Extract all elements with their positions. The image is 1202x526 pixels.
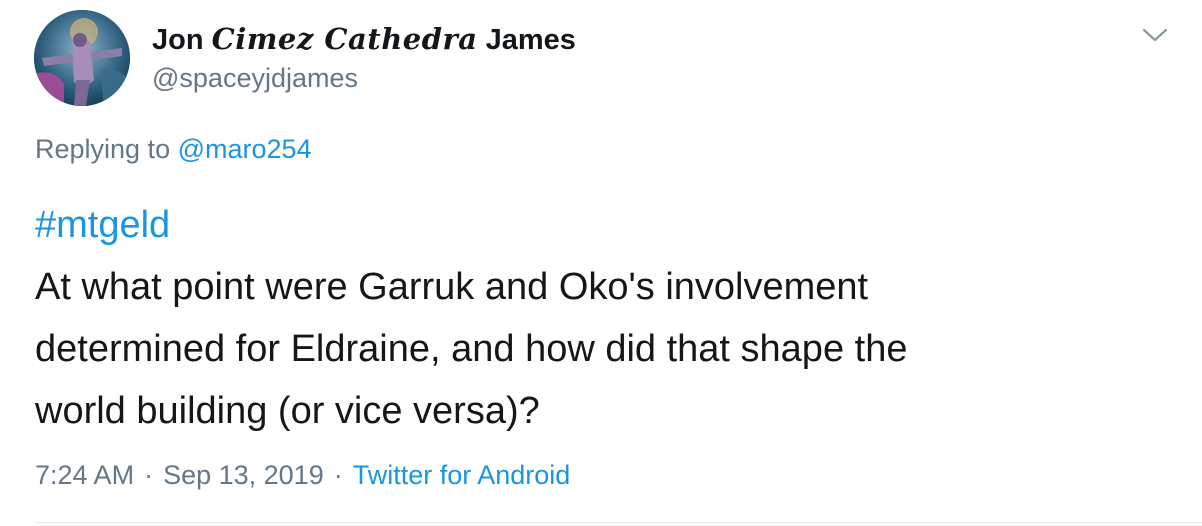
tweet-source-link[interactable]: Twitter for Android [353, 460, 571, 490]
display-name[interactable]: Jon Cimez Cathedra James [152, 22, 576, 57]
meta-separator: · [144, 460, 154, 490]
tweet-text: #mtgeld At what point were Garruk and Ok… [35, 194, 1155, 442]
display-name-middle: Cimez Cathedra [211, 22, 478, 56]
replying-to: Replying to @maro254 [35, 132, 312, 166]
tweet-text-line: determined for Eldraine, and how did tha… [35, 328, 908, 370]
chevron-down-icon [1142, 28, 1168, 42]
meta-separator: · [333, 460, 343, 490]
tweet-meta: 7:24 AM · Sep 13, 2019 · Twitter for Android [35, 458, 570, 492]
tweet-text-line: At what point were Garruk and Oko's invo… [35, 266, 869, 308]
divider [35, 522, 1202, 523]
display-name-first: Jon [152, 24, 204, 56]
avatar[interactable] [34, 10, 130, 106]
tweet-date-link[interactable]: Sep 13, 2019 [163, 460, 324, 490]
display-name-last: James [485, 24, 576, 56]
avatar-image [34, 10, 130, 106]
tweet: Jon Cimez Cathedra James @spaceyjdjames … [0, 0, 1202, 526]
replying-to-prefix: Replying to [35, 134, 171, 164]
tweet-text-line: world building (or vice versa)? [35, 390, 540, 432]
replying-to-handle-link[interactable]: @maro254 [178, 134, 312, 164]
user-handle[interactable]: @spaceyjdjames [152, 62, 358, 94]
hashtag-link[interactable]: #mtgeld [35, 194, 1155, 256]
more-options-button[interactable] [1140, 26, 1170, 46]
tweet-time-link[interactable]: 7:24 AM [35, 460, 134, 490]
